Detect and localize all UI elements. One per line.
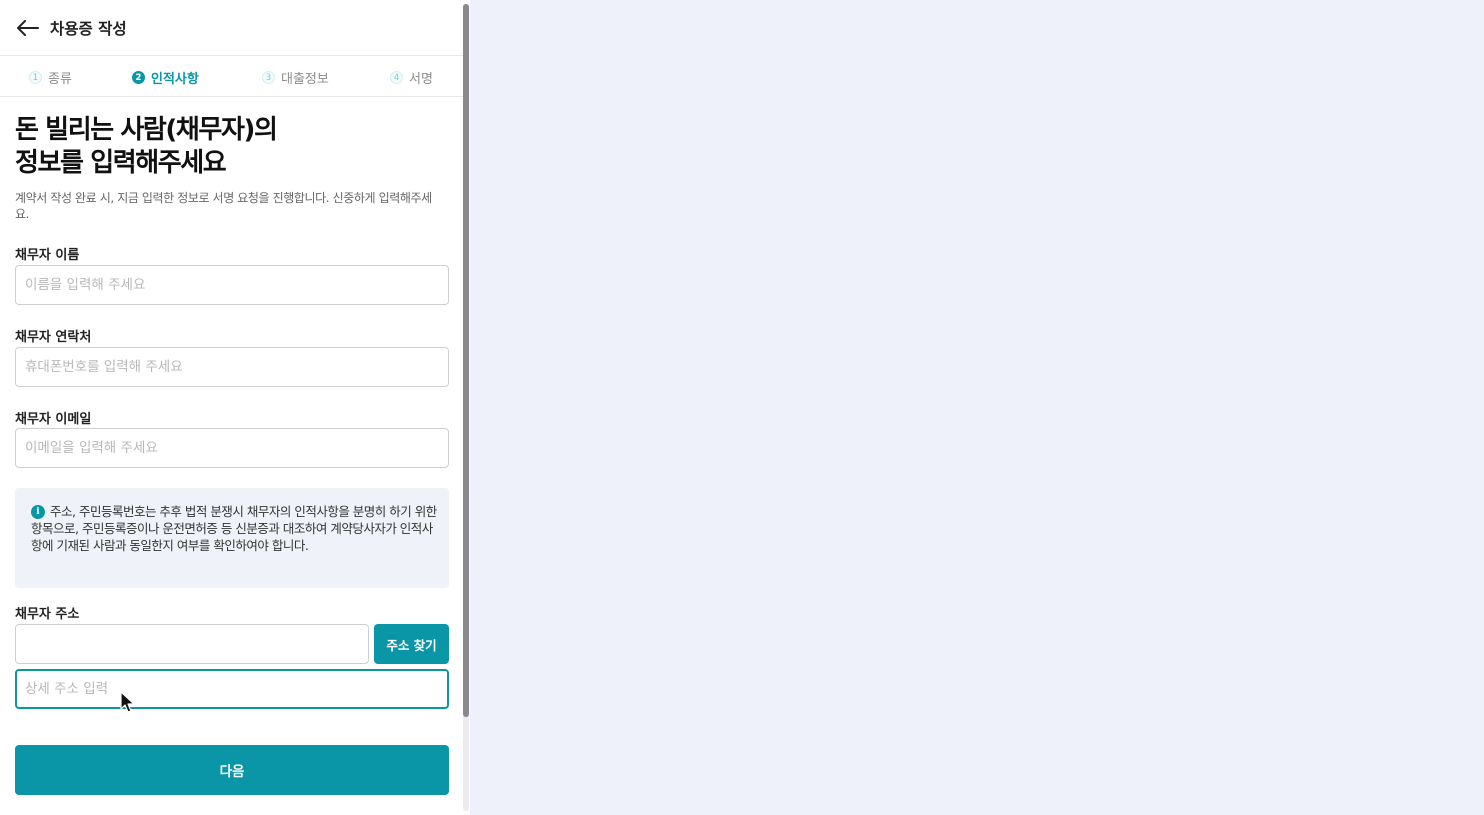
step-label: 인적사항: [151, 72, 199, 87]
step-3-loan-info[interactable]: 3 대출정보: [262, 68, 329, 87]
step-2-personal-info[interactable]: 2 인적사항: [132, 68, 199, 87]
step-label: 대출정보: [281, 72, 329, 87]
app-header: 차용증 작성: [0, 0, 463, 56]
page-title: 차용증 작성: [50, 20, 127, 38]
scrollbar[interactable]: [463, 4, 469, 811]
empty-content-area: [470, 0, 1484, 815]
debtor-email-input[interactable]: [15, 428, 449, 468]
notice-text: 주소, 주민등록번호는 추후 법적 분쟁시 채무자의 인적사항을 분명히 하기 …: [31, 504, 437, 553]
debtor-name-input[interactable]: [15, 265, 449, 305]
detail-address-input[interactable]: [15, 669, 449, 709]
step-number: 1: [29, 71, 42, 84]
debtor-address-input[interactable]: [15, 624, 369, 664]
headline-line-1: 돈 빌리는 사람(채무자)의: [15, 115, 278, 145]
page-headline: 돈 빌리는 사람(채무자)의 정보를 입력해주세요: [15, 114, 455, 180]
next-button[interactable]: 다음: [15, 745, 449, 795]
arrow-left-icon[interactable]: [14, 16, 40, 40]
phone-label: 채무자 연락처: [15, 330, 92, 345]
name-label: 채무자 이름: [15, 248, 80, 263]
step-number: 3: [262, 71, 275, 84]
step-number: 2: [132, 71, 145, 84]
address-label: 채무자 주소: [15, 607, 80, 622]
address-search-button[interactable]: 주소 찾기: [374, 624, 449, 664]
headline-line-2: 정보를 입력해주세요: [15, 148, 227, 178]
step-4-signature[interactable]: 4 서명: [390, 68, 433, 87]
step-number: 4: [390, 71, 403, 84]
scrollbar-thumb[interactable]: [463, 4, 469, 717]
step-1-type[interactable]: 1 종류: [29, 68, 72, 87]
page-description: 계약서 작성 완료 시, 지금 입력한 정보로 서명 요청을 진행합니다. 신중…: [15, 191, 432, 221]
step-indicator: 1 종류 2 인적사항 3 대출정보 4 서명: [0, 57, 463, 97]
mouse-cursor-icon: [120, 691, 135, 713]
form-panel: 차용증 작성 1 종류 2 인적사항 3 대출정보 4 서명 돈 빌리는 사람(…: [0, 0, 470, 815]
step-label: 종류: [48, 72, 72, 87]
step-label: 서명: [409, 72, 433, 87]
debtor-phone-input[interactable]: [15, 347, 449, 387]
legal-notice-box: i 주소, 주민등록번호는 추후 법적 분쟁시 채무자의 인적사항을 분명히 하…: [15, 488, 449, 588]
email-label: 채무자 이메일: [15, 412, 92, 427]
